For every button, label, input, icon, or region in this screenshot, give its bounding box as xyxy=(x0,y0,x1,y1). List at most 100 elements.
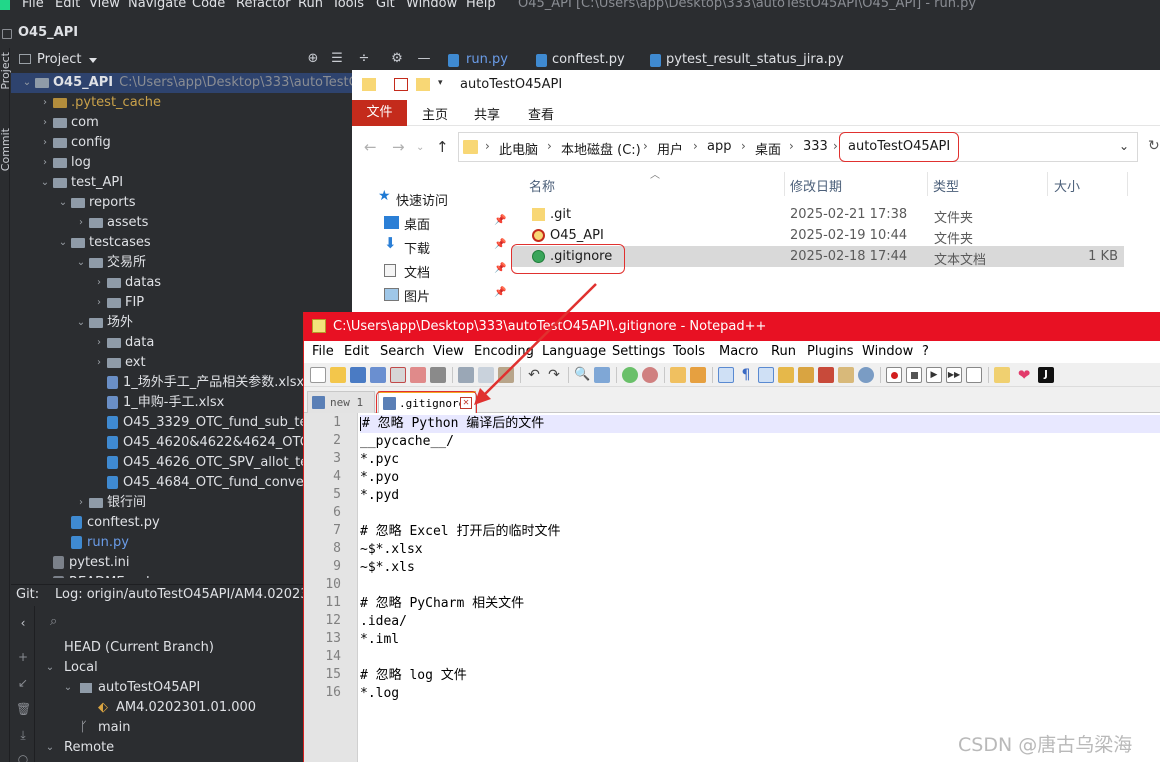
chevron-right-icon[interactable]: › xyxy=(39,153,51,173)
up-arrow-icon[interactable]: ↑ xyxy=(436,138,449,156)
git-branch-item[interactable]: ⌄ autoTestO45API xyxy=(36,678,302,698)
npp-menu-view[interactable]: View xyxy=(433,344,464,359)
chevron-down-icon[interactable]: ⌄ xyxy=(1119,139,1129,153)
npp-menu-macro[interactable]: Macro xyxy=(719,344,758,359)
chevron-down-icon[interactable]: ⌄ xyxy=(39,173,51,193)
menu-navigate[interactable]: Navigate xyxy=(128,0,186,11)
recent-locations-icon[interactable]: ⌄ xyxy=(416,142,424,153)
menu-file[interactable]: File xyxy=(22,0,44,11)
code-line[interactable]: ~$*.xls xyxy=(360,559,1160,577)
chevron-down-icon[interactable]: ⌄ xyxy=(57,233,69,253)
chevron-right-icon[interactable]: › xyxy=(93,353,105,373)
npp-menu-run[interactable]: Run xyxy=(771,344,796,359)
tree-item[interactable]: › assets xyxy=(11,213,354,233)
address-bar[interactable]: › 此电脑 › 本地磁盘 (C:) › 用户 › app › 桌面 › 333 … xyxy=(458,132,1138,162)
npp-menu-edit[interactable]: Edit xyxy=(344,344,369,359)
code-line[interactable]: ~$*.xlsx xyxy=(360,541,1160,559)
chevron-right-icon[interactable]: › xyxy=(93,273,105,293)
fetch-icon[interactable]: ⤓ xyxy=(16,728,30,742)
menu-view[interactable]: View xyxy=(89,0,120,11)
hide-panel-icon[interactable]: — xyxy=(416,51,432,67)
npp-tab-new1[interactable]: new 1 xyxy=(307,391,375,413)
code-line[interactable] xyxy=(360,505,1160,523)
zoom-out-icon[interactable] xyxy=(642,367,658,383)
pin-icon[interactable]: 📌 xyxy=(494,263,506,274)
git-branch-item[interactable]: ᚴ main xyxy=(36,718,302,738)
column-divider[interactable] xyxy=(1127,172,1128,196)
breadcrumb-333[interactable]: 333 xyxy=(803,139,828,154)
code-line[interactable]: # 忽略 Python 编译后的文件 xyxy=(360,415,1160,433)
word-wrap-icon[interactable] xyxy=(718,367,734,383)
save-all-icon[interactable] xyxy=(370,367,386,383)
tab-run-py[interactable]: run.py xyxy=(440,48,530,72)
save-icon[interactable] xyxy=(350,367,366,383)
chevron-down-icon[interactable]: ⌄ xyxy=(44,658,56,678)
collapse-all-icon[interactable]: ☰ xyxy=(329,51,345,67)
doc-map-icon[interactable] xyxy=(798,367,814,383)
record-macro-icon[interactable] xyxy=(886,367,902,383)
back-arrow-icon[interactable]: ← xyxy=(364,138,377,156)
add-icon[interactable]: + xyxy=(16,650,30,664)
git-branch-item[interactable]: ⬖ AM4.0202301.01.000 xyxy=(36,698,302,718)
git-branch-search[interactable]: ⌕ xyxy=(40,612,302,634)
code-line[interactable] xyxy=(360,649,1160,667)
column-header-date[interactable]: 修改日期 xyxy=(790,176,842,195)
git-branch-item[interactable]: ⌄ Remote xyxy=(36,738,302,758)
locate-icon[interactable]: ⊕ xyxy=(305,51,321,67)
chevron-right-icon[interactable]: › xyxy=(93,333,105,353)
tree-item[interactable]: › config xyxy=(11,133,354,153)
language-udl-icon[interactable] xyxy=(778,367,794,383)
menu-refactor[interactable]: Refactor xyxy=(236,0,291,11)
chevron-right-icon[interactable]: › xyxy=(75,493,87,513)
plugin-icon[interactable] xyxy=(994,367,1010,383)
show-all-characters-icon[interactable]: ¶ xyxy=(738,367,754,383)
indent-guide-icon[interactable] xyxy=(758,367,774,383)
menu-edit[interactable]: Edit xyxy=(55,0,80,11)
npp-menu-search[interactable]: Search xyxy=(380,344,425,359)
close-all-icon[interactable] xyxy=(410,367,426,383)
npp-menu-plugins[interactable]: Plugins xyxy=(807,344,854,359)
close-icon[interactable] xyxy=(390,367,406,383)
chevron-down-icon[interactable]: ⌄ xyxy=(62,678,74,698)
menu-help[interactable]: Help xyxy=(466,0,496,11)
breadcrumb-local-disk[interactable]: 本地磁盘 (C:) xyxy=(561,139,641,158)
code-line[interactable]: *.log xyxy=(360,685,1160,703)
code-line[interactable]: __pycache__/ xyxy=(360,433,1160,451)
folder-as-workspace-icon[interactable] xyxy=(838,367,854,383)
tree-item[interactable]: ⌄ testcases xyxy=(11,233,354,253)
tree-item[interactable]: ⌄ 交易所 xyxy=(11,253,354,273)
nav-desktop[interactable]: 桌面 📌 xyxy=(352,210,510,234)
open-file-icon[interactable] xyxy=(330,367,346,383)
column-header-name[interactable]: 名称 xyxy=(529,176,555,195)
undo-icon[interactable]: ↶ xyxy=(526,367,542,383)
pin-icon[interactable]: 📌 xyxy=(494,215,506,226)
column-divider[interactable] xyxy=(784,172,785,196)
zoom-in-icon[interactable] xyxy=(622,367,638,383)
tree-item[interactable]: ⌄ reports xyxy=(11,193,354,213)
npp-menu-encoding[interactable]: Encoding xyxy=(474,344,534,359)
back-icon[interactable]: ‹ xyxy=(16,616,30,630)
code-line[interactable]: # 忽略 PyCharm 相关文件 xyxy=(360,595,1160,613)
new-folder-icon[interactable] xyxy=(416,78,430,91)
tree-item[interactable]: › datas xyxy=(11,273,354,293)
nav-downloads[interactable]: ⬇ 下载 📌 xyxy=(352,234,510,258)
breadcrumb-users[interactable]: 用户 xyxy=(657,139,683,158)
copy-icon[interactable] xyxy=(478,367,494,383)
tab-conftest-py[interactable]: conftest.py xyxy=(532,48,642,72)
paste-icon[interactable] xyxy=(498,367,514,383)
save-macro-icon[interactable] xyxy=(966,367,982,383)
file-row-o45-api[interactable]: O45_API 2025-02-19 10:44 文件夹 xyxy=(512,225,1124,247)
checkout-icon[interactable]: ↙ xyxy=(16,676,30,690)
tree-item[interactable]: › log xyxy=(11,153,354,173)
npp-editor[interactable]: 1 2 3 4 5 6 7 8 9 10 11 12 13 14 15 16 # 忽略 Python 编译后的… xyxy=(304,413,1160,762)
git-branch-item[interactable]: HEAD (Current Branch) xyxy=(36,638,302,658)
run-macro-multiple-icon[interactable]: ▶▶ xyxy=(946,367,962,383)
monitoring-icon[interactable] xyxy=(858,367,874,383)
ribbon-tab-view[interactable]: 查看 xyxy=(528,104,554,123)
file-row-git[interactable]: .git 2025-02-21 17:38 文件夹 xyxy=(512,204,1124,226)
search-icon[interactable]: ○ xyxy=(16,752,30,762)
npp-menu-settings[interactable]: Settings xyxy=(612,344,665,359)
chevron-down-icon[interactable]: ⌄ xyxy=(75,313,87,333)
tree-item[interactable]: › com xyxy=(11,113,354,133)
chevron-down-icon[interactable]: ⌄ xyxy=(57,193,69,213)
